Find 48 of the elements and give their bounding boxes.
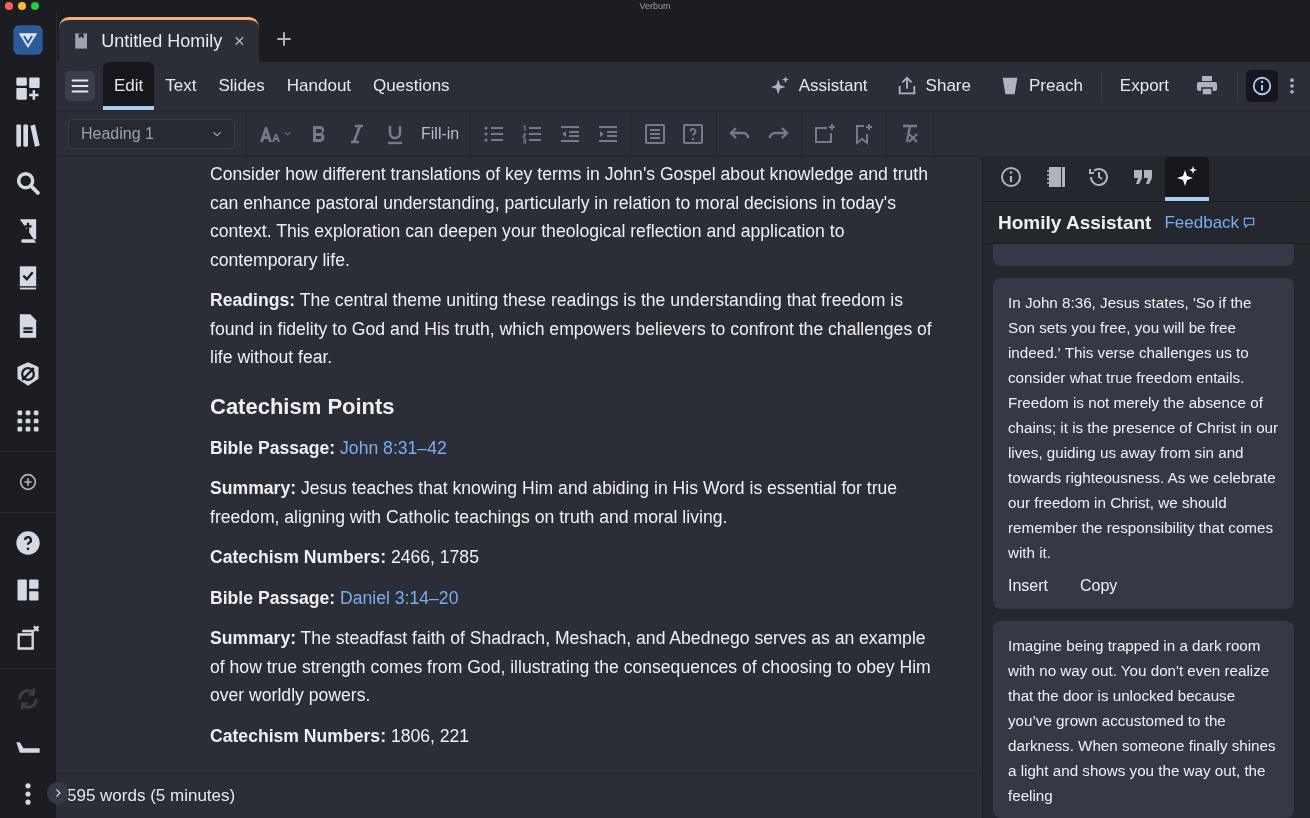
info-icon [1251, 75, 1273, 97]
comment-icon [1242, 215, 1257, 230]
new-tab-icon[interactable] [274, 29, 294, 49]
expand-button[interactable] [47, 782, 69, 804]
add-slide-icon[interactable] [813, 121, 838, 146]
menu-tab[interactable]: Handout [275, 62, 363, 110]
info-button[interactable] [1246, 70, 1278, 102]
app-logo-icon[interactable] [12, 23, 44, 56]
fill-in-button[interactable]: Fill-in [421, 124, 460, 143]
paragraph: Catechism Numbers: 1806, 221 [210, 724, 471, 748]
suggestion-text: Imagine being trapped in a dark room with no way out. You don't even realize that the door is unlocked because you’ve grown accustomed to the darkness. When someone finally shines a light and shows you the way out, the feeling [1008, 636, 1277, 806]
card-action-button[interactable]: Copy [1070, 571, 1128, 599]
close-window-button[interactable] [5, 2, 13, 10]
word-count: 595 words (5 minutes) [67, 786, 236, 806]
paragraph: Consider how different translations of key terms in John's Gospel about knowledge and truth can enhance pastoral understanding, particularly in relation to moral decisions in today's context. This exploration can deepen your theological reflection and application to contemporary life. [210, 163, 929, 272]
question-box-icon[interactable] [681, 121, 706, 146]
text-block-icon[interactable] [643, 121, 668, 146]
suggestion-text: In John 8:36, Jesus states, 'So if the Son sets you free, you will be free indeed.' This verse challenges us to consider what true freedom entails. Freedom is not merely the absence of chains; it is the presence of Christ in our lives, guiding us away from sin and towards righteousness. As we celebrate our freedom in Christ, we should remember the responsibility that comes with it. [1008, 293, 1280, 563]
panel-tab[interactable] [1165, 157, 1209, 202]
card-action-button[interactable]: Insert [998, 571, 1058, 599]
zoom-window-button[interactable] [31, 2, 39, 10]
field-label: Bible Passage: [210, 437, 336, 458]
preach-button[interactable]: Preach [985, 75, 1097, 97]
paragraph: Summary: The steadfast faith of Shadrach, Meshach, and Abednego serves as an example of how true strength comes from God, illustrating the consequences of choosing to obey Him over worldly powers. [210, 627, 932, 707]
assistant-button[interactable]: Assistant [754, 75, 882, 97]
minimize-window-button[interactable] [18, 2, 26, 10]
window-title: Verbum [638, 1, 672, 11]
menu-tab[interactable]: Text [154, 62, 208, 110]
paragraph: Summary: Jesus teaches that knowing Him and abiding in His Word is essential for true freedom, aligning with Catholic teachings on truth and moral living. [210, 477, 899, 529]
menu-tab[interactable]: Questions [362, 62, 461, 110]
menu-tab[interactable]: Slides [207, 62, 276, 110]
passage-link[interactable]: John 8:31–42 [340, 437, 447, 458]
field-label: Bible Passage: [210, 587, 336, 608]
share-button[interactable]: Share [881, 75, 985, 97]
menu-icon[interactable] [65, 71, 95, 101]
style-dropdown[interactable]: Heading 1 [68, 118, 235, 149]
passage-link[interactable]: Daniel 3:14–20 [340, 587, 459, 608]
info-icon [999, 165, 1023, 190]
feedback-link[interactable]: Feedback [1164, 212, 1257, 233]
section-heading: Catechism Points [210, 393, 396, 420]
menu-tab[interactable]: Edit [103, 62, 155, 110]
export-button[interactable]: Export [1105, 76, 1183, 96]
paragraph: Readings: The central theme uniting these readings is the understanding that freedom is found in fidelity to God and His truth, which empowers believers to confront the challenges of life without fear. [210, 289, 933, 369]
paragraph: Catechism Numbers: 2466, 1785 [210, 546, 480, 569]
print-icon[interactable] [1195, 74, 1219, 98]
panel-title: Homily Assistant [998, 211, 1152, 234]
help-icon[interactable] [14, 528, 42, 557]
document-tab[interactable]: Untitled Homily [59, 17, 259, 62]
